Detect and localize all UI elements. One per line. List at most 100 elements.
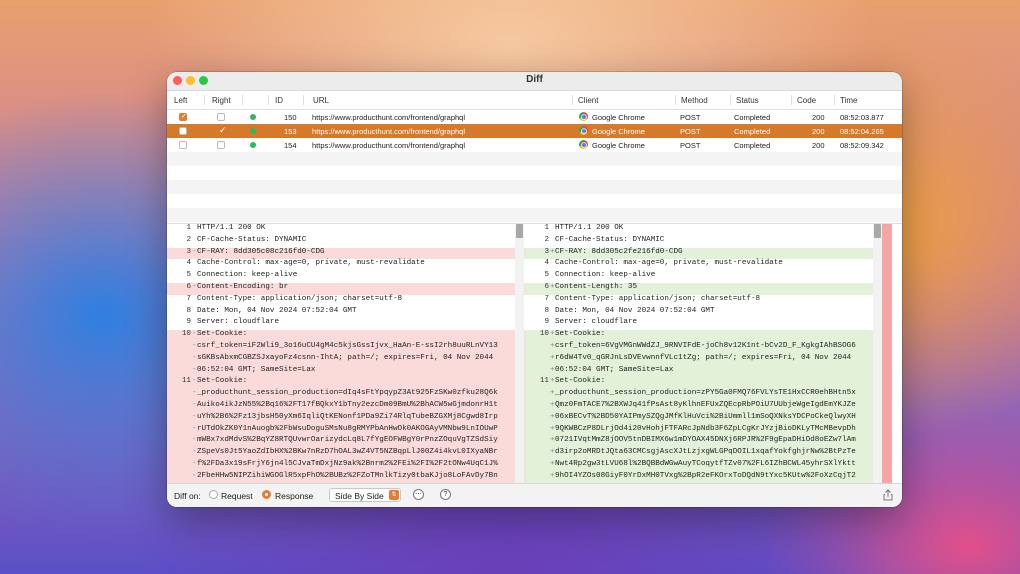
diff-on-label: Diff on: bbox=[174, 491, 201, 501]
left-diff-pane[interactable]: 1 HTTP/1.1 200 OK 2 CF-Cache-Status: DYNAMI… bbox=[167, 224, 525, 485]
share-icon[interactable] bbox=[883, 489, 894, 501]
diff-line: 3- CF-RAY: 8dd305c08c216fd0-CDG bbox=[167, 247, 525, 260]
line-number: 9 bbox=[544, 318, 549, 327]
row-time: 08:52:03.877 bbox=[840, 113, 884, 122]
diff-marker: - bbox=[192, 436, 197, 445]
request-radio[interactable] bbox=[209, 490, 218, 499]
line-text: CF-Cache-Status: DYNAMIC bbox=[197, 235, 307, 244]
diff-marker: + bbox=[550, 459, 555, 468]
response-radio-label[interactable]: Response bbox=[275, 491, 313, 501]
diff-line: 1 HTTP/1.1 200 OK bbox=[167, 224, 525, 236]
diff-line: 3 + CF-RAY: 8dd305c2fe216fd0-CDG bbox=[525, 247, 880, 260]
line-number: 1 bbox=[186, 224, 191, 232]
line-text: ZSpeVs0Jt5YaoZdIbHX%2BKw7nRzD7hOAL3wZ4VT… bbox=[197, 448, 498, 457]
diff-marker: + bbox=[550, 247, 555, 256]
response-radio[interactable] bbox=[262, 490, 271, 499]
line-number: 7 bbox=[544, 294, 549, 303]
row-client: Google Chrome bbox=[592, 113, 645, 122]
diff-mode-select[interactable]: Side By Side ⇅ bbox=[329, 488, 401, 502]
col-time[interactable]: Time bbox=[840, 96, 857, 105]
row-client: Google Chrome bbox=[592, 127, 645, 136]
diff-marker: - bbox=[192, 341, 197, 350]
line-text: _producthunt_session_production=dIq4sFtY… bbox=[197, 389, 498, 398]
request-radio-label[interactable]: Request bbox=[221, 491, 253, 501]
line-text: Nwt4Rp2gw3tLVU68l%2BQBBdWGwAuyTCoqytfTZv… bbox=[555, 459, 856, 468]
diff-line: 2 CF-Cache-Status: DYNAMIC bbox=[525, 236, 880, 248]
col-status[interactable]: Status bbox=[736, 96, 759, 105]
row-time: 08:52:04.265 bbox=[840, 127, 884, 136]
diff-marker: - bbox=[192, 353, 197, 362]
row-time: 08:52:09.342 bbox=[840, 141, 884, 150]
left-checkbox[interactable] bbox=[179, 127, 187, 135]
line-text: Content-Type: application/json; charset=… bbox=[197, 294, 403, 303]
diff-line: 8 Date: Mon, 04 Nov 2024 07:52:04 GMT bbox=[167, 307, 525, 319]
col-method[interactable]: Method bbox=[681, 96, 708, 105]
diff-line: - Auiko4ikJzN55%2Bq16%2FT17fBQkxY1bTny2ez… bbox=[167, 400, 525, 413]
scroll-thumb[interactable] bbox=[874, 224, 881, 238]
diff-marker: + bbox=[550, 353, 555, 362]
col-id[interactable]: ID bbox=[275, 96, 283, 105]
col-url[interactable]: URL bbox=[313, 96, 329, 105]
diff-marker: + bbox=[550, 341, 555, 350]
line-text: csrf_token=6VgVMGnWWdZJ_9RNVIFdE-joCh8v1… bbox=[555, 341, 856, 350]
col-code[interactable]: Code bbox=[797, 96, 816, 105]
line-number: 5 bbox=[544, 271, 549, 280]
line-text: Set-Cookie: bbox=[555, 377, 606, 386]
diff-marker: + bbox=[550, 330, 555, 339]
table-row[interactable]: 150 https://www.producthunt.com/frontend… bbox=[167, 110, 902, 124]
diff-line: - f%2FDa3x19sFrjY6jn4l5CJvaTmDxjNz9ak%2Bn… bbox=[167, 459, 525, 472]
line-text: sGKBsAbxmCGBZSJxayoFz4csnn-IhtA; path=/;… bbox=[197, 353, 494, 362]
help-button[interactable]: ? bbox=[440, 489, 451, 500]
diff-marker: - bbox=[192, 412, 197, 421]
right-checkbox[interactable] bbox=[217, 113, 225, 121]
line-text: CF-Cache-Status: DYNAMIC bbox=[555, 235, 665, 244]
diff-window: Diff Left Right ID URL Client Method Sta… bbox=[167, 72, 902, 507]
left-checkbox[interactable] bbox=[179, 141, 187, 149]
line-number: 2 bbox=[186, 235, 191, 244]
line-text: uYh%2B6%2Fz13jbsH50yXm6IqliQtKENonf1PDa9… bbox=[197, 412, 498, 421]
diff-marker: - bbox=[192, 400, 197, 409]
diff-line: 4 Cache-Control: max-age=0, private, must… bbox=[167, 259, 525, 271]
row-client: Google Chrome bbox=[592, 141, 645, 150]
diff-marker: + bbox=[550, 377, 555, 386]
right-diff-pane[interactable]: 1 HTTP/1.1 200 OK 2 CF-Cache-Status: DYNAMI… bbox=[525, 224, 880, 485]
table-row[interactable]: 154 https://www.producthunt.com/frontend… bbox=[167, 138, 902, 152]
line-text: d3irp2oMRDtJQta63CMCsgjAscXJtLzjxgWLGPqD… bbox=[555, 448, 856, 457]
line-text: 9QKWBCzP8DLrjOd4i20vHohjFTFARcJpNdb3F6Zp… bbox=[555, 424, 856, 433]
left-scrollbar[interactable] bbox=[515, 224, 524, 485]
line-number: 8 bbox=[186, 306, 191, 315]
diff-marker: + bbox=[550, 424, 555, 433]
scroll-thumb[interactable] bbox=[516, 224, 523, 238]
diff-line: + csrf_token=6VgVMGnWWdZJ_9RNVIFdE-joCh8v… bbox=[525, 341, 880, 354]
left-checkbox[interactable] bbox=[179, 112, 187, 121]
col-left[interactable]: Left bbox=[174, 96, 187, 105]
empty-row bbox=[167, 152, 902, 166]
diff-marker: + bbox=[550, 448, 555, 457]
line-text: Content-Length: 35 bbox=[555, 282, 638, 291]
row-url: https://www.producthunt.com/frontend/gra… bbox=[312, 141, 466, 150]
right-checkbox[interactable] bbox=[217, 125, 227, 136]
diff-line: - ZSpeVs0Jt5YaoZdIbHX%2BKw7nRzD7hOAL3wZ4V… bbox=[167, 448, 525, 460]
diff-overview-gutter[interactable] bbox=[882, 224, 892, 485]
ellipsis-circle-icon[interactable]: ⋯ bbox=[413, 489, 424, 500]
line-number: 7 bbox=[186, 294, 191, 303]
diff-line: +06:52:04 GMT; SameSite=Lax bbox=[525, 365, 880, 378]
line-text: Date: Mon, 04 Nov 2024 07:52:04 GMT bbox=[555, 306, 715, 315]
col-right[interactable]: Right bbox=[212, 96, 231, 105]
col-client[interactable]: Client bbox=[578, 96, 598, 105]
row-id: 153 bbox=[284, 127, 297, 136]
right-checkbox[interactable] bbox=[217, 141, 225, 149]
diff-line: - mWBx7xdMdvS%2BqYZ8RTQUvwrOarizydcLq8L7f… bbox=[167, 436, 525, 449]
diff-line: 11- Set-Cookie: bbox=[167, 377, 525, 390]
diff-line: 6 + Content-Length: 35 bbox=[525, 282, 880, 295]
window-title: Diff bbox=[526, 74, 543, 85]
row-code: 200 bbox=[812, 141, 825, 150]
diff-line: - uYh%2B6%2Fz13jbsH50yXm6IqliQtKENonf1PDa… bbox=[167, 412, 525, 425]
diff-line: 7 Content-Type: application/json; charset… bbox=[167, 295, 525, 307]
diff-marker: - bbox=[192, 471, 197, 480]
line-text: Connection: keep-alive bbox=[555, 271, 656, 280]
line-text: Cache-Control: max-age=0, private, must-… bbox=[555, 259, 783, 268]
line-number: 9 bbox=[186, 318, 191, 327]
table-row[interactable]: 153 https://www.producthunt.com/frontend… bbox=[167, 124, 902, 138]
right-scrollbar[interactable] bbox=[873, 224, 882, 485]
